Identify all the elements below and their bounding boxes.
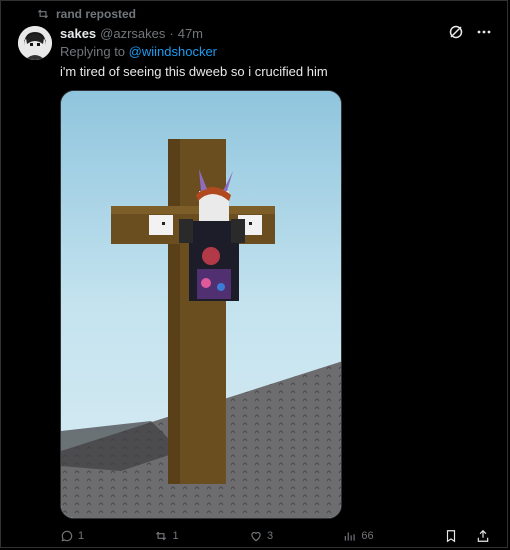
views-icon (345, 532, 356, 541)
bookmark-button[interactable] (444, 529, 458, 543)
repost-button[interactable]: 1 (154, 529, 179, 543)
post-top-actions (448, 24, 492, 40)
post-secondary-actions (444, 529, 490, 543)
more-icon[interactable] (476, 24, 492, 40)
post-image[interactable] (60, 90, 342, 519)
reply-count: 1 (78, 530, 85, 542)
crucifix-scene-image (61, 91, 341, 518)
repost-icon (37, 9, 49, 19)
share-button[interactable] (476, 529, 490, 543)
reply-icon (61, 530, 73, 542)
display-name[interactable]: sakes (60, 26, 96, 41)
repost-count: 1 (172, 530, 179, 542)
repost-icon (156, 531, 167, 541)
like-count: 3 (266, 530, 274, 542)
reply-prefix: Replying to (60, 44, 126, 59)
bookmark-icon (446, 530, 456, 543)
post-time[interactable]: 47m (178, 26, 203, 41)
post-actions: 1 1 3 66 (60, 526, 490, 546)
like-button[interactable]: 3 (249, 529, 273, 543)
reply-context: Replying to @wiindshocker (60, 44, 217, 59)
heart-icon (251, 532, 261, 542)
user-handle[interactable]: @azrsakes (100, 26, 165, 41)
meta-separator: · (169, 26, 174, 41)
repost-label: rand reposted (56, 7, 137, 21)
view-count: 66 (361, 530, 374, 542)
grok-icon[interactable] (448, 24, 464, 40)
reply-mention[interactable]: @wiindshocker (129, 44, 217, 59)
share-icon (477, 529, 489, 542)
avatar[interactable] (18, 26, 52, 60)
avatar-image (18, 26, 52, 60)
post-meta: sakes @azrsakes · 47m (60, 26, 203, 41)
reply-button[interactable]: 1 (60, 529, 84, 543)
post-text: i'm tired of seeing this dweeb so i cruc… (60, 64, 328, 79)
repost-indicator[interactable]: rand reposted (36, 7, 136, 21)
views-button[interactable]: 66 (343, 529, 374, 543)
